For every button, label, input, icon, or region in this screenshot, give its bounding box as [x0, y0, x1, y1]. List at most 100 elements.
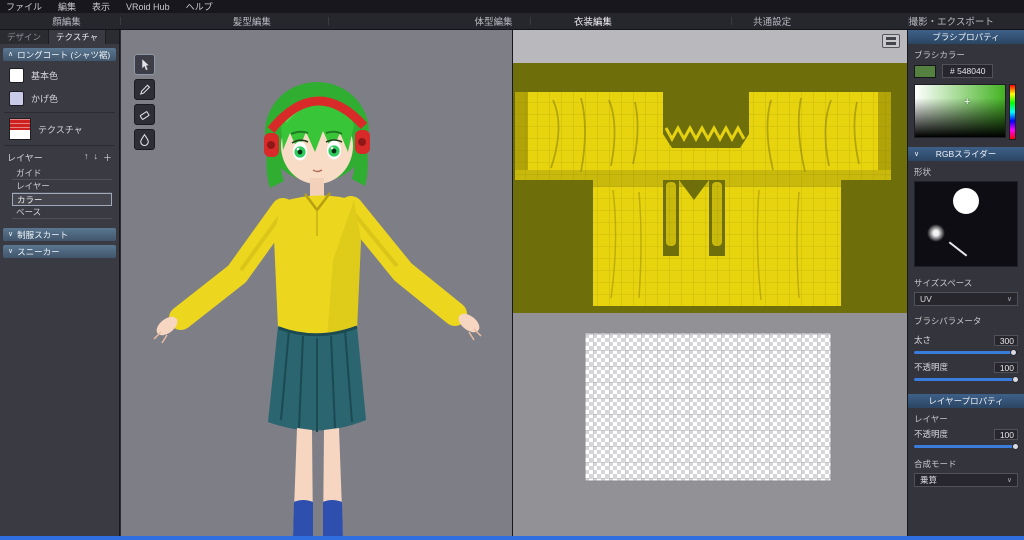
sidebar-tab-row: デザイン テクスチャ	[0, 30, 119, 44]
collapsed-sections: ∨ 制服スカート ∨ スニーカー	[0, 228, 119, 258]
chevron-down-icon: ∨	[1006, 477, 1012, 484]
brush-params-label: ブラシパラメータ	[914, 316, 982, 326]
texture-item-label: テクスチャ	[38, 124, 83, 135]
brush-opacity-value-field[interactable]: 100	[994, 361, 1018, 373]
tab-outfit[interactable]: 衣装編集	[574, 13, 612, 29]
tab-common[interactable]: 共通設定	[753, 13, 791, 29]
tab-separator	[530, 17, 531, 25]
section-title: 制服スカート	[17, 229, 69, 240]
tab-separator	[120, 17, 121, 25]
viewport-canvas[interactable]	[121, 30, 512, 536]
chevron-down-icon: ∨	[8, 248, 14, 255]
saturation-value-picker[interactable]: +	[914, 84, 1006, 138]
layer-item-layer[interactable]: レイヤー	[12, 180, 112, 193]
menu-edit[interactable]: 編集	[58, 0, 76, 13]
color-item-base[interactable]: 基本色	[0, 64, 119, 87]
blend-mode-select[interactable]: 乗算 ∨	[914, 473, 1018, 487]
menu-bar: ファイル 編集 表示 VRoid Hub ヘルプ	[0, 0, 1024, 13]
layers-header: レイヤー ↑ ↓ ＋	[0, 148, 119, 165]
blend-mode-label: 合成モード	[914, 459, 957, 469]
tab-separator	[908, 17, 909, 25]
layers-title: レイヤー	[7, 153, 43, 163]
pencil-icon[interactable]	[134, 79, 155, 100]
section-title: スニーカー	[17, 246, 60, 257]
brush-opacity-slider[interactable]	[914, 376, 1019, 383]
sidebar-tab-design[interactable]: デザイン	[0, 30, 50, 44]
brush-opacity-label: 不透明度	[914, 362, 949, 372]
brush-color-label: ブラシカラー	[914, 50, 965, 60]
brush-color-hex-field[interactable]: # 548040	[942, 64, 994, 78]
character-model[interactable]	[121, 30, 512, 536]
paint-drop-icon[interactable]	[134, 129, 155, 150]
color-item-label: 基本色	[31, 71, 59, 81]
layer-opacity-label: 不透明度	[914, 429, 949, 439]
menu-vroid-hub[interactable]: VRoid Hub	[126, 2, 170, 12]
layer-item-base[interactable]: ベース	[12, 206, 112, 219]
move-layer-down-icon[interactable]: ↓	[93, 151, 98, 164]
base-color-swatch	[9, 68, 24, 83]
tab-separator	[328, 17, 329, 25]
menu-file[interactable]: ファイル	[6, 0, 42, 13]
tab-face[interactable]: 顔編集	[52, 13, 81, 29]
texture-canvas[interactable]	[512, 30, 907, 536]
color-item-shade[interactable]: かげ色	[0, 87, 119, 110]
divider	[4, 112, 115, 113]
layer-opacity-slider[interactable]	[914, 443, 1019, 450]
paint-tool-palette	[134, 54, 155, 150]
shade-color-swatch	[9, 91, 24, 106]
layer-properties-header: レイヤープロパティ	[908, 394, 1024, 408]
tab-separator	[731, 17, 732, 25]
rgb-slider-header[interactable]: ∨ RGBスライダー	[908, 147, 1024, 161]
brush-shape-hard-circle[interactable]	[953, 188, 979, 214]
section-header-skirt[interactable]: ∨ 制服スカート	[3, 228, 116, 241]
texture-thumbnail	[9, 118, 31, 140]
menu-view[interactable]: 表示	[92, 0, 110, 13]
menu-help[interactable]: ヘルプ	[186, 0, 213, 13]
color-item-label: かげ色	[31, 94, 59, 104]
brush-opacity-row: 不透明度 100	[914, 361, 1018, 373]
eraser-icon[interactable]	[134, 104, 155, 125]
layer-item-guide[interactable]: ガイド	[12, 167, 112, 180]
texture-item[interactable]: テクスチャ	[0, 115, 119, 143]
thickness-slider[interactable]	[914, 349, 1018, 356]
chevron-up-icon: ∧	[8, 51, 14, 58]
chevron-down-icon: ∨	[1006, 296, 1012, 303]
layer-opacity-value-field[interactable]: 100	[994, 428, 1018, 440]
section-header-sneakers[interactable]: ∨ スニーカー	[3, 245, 116, 258]
color-picker: +	[914, 84, 1018, 140]
shape-label: 形状	[914, 167, 932, 177]
brush-shape-line[interactable]	[948, 241, 968, 257]
editor-tab-bar: 顔編集 髪型編集 体型編集 衣装編集 共通設定 撮影・エクスポート	[0, 13, 1024, 30]
brush-color-row: # 548040	[914, 64, 1018, 78]
chevron-down-icon: ∨	[8, 231, 14, 238]
section-title: ロングコート (シャツ裾)	[17, 49, 111, 60]
hue-slider[interactable]	[1009, 84, 1016, 140]
content-area: デザイン テクスチャ ∧ ロングコート (シャツ裾) 基本色 かげ色 テクスチャ	[0, 30, 1024, 536]
add-layer-icon[interactable]: ＋	[103, 151, 112, 164]
sidebar-tab-texture[interactable]: テクスチャ	[49, 30, 107, 44]
chevron-down-icon: ∨	[914, 151, 920, 158]
brush-shape-soft-circle[interactable]	[927, 224, 945, 242]
layer-actions: ↑ ↓ ＋	[84, 151, 112, 164]
section-header-longcoat[interactable]: ∧ ロングコート (シャツ裾)	[3, 48, 116, 61]
move-layer-up-icon[interactable]: ↑	[84, 151, 89, 164]
size-space-label: サイズスペース	[914, 278, 973, 288]
thickness-label: 太さ	[914, 335, 932, 345]
thickness-value-field[interactable]: 300	[994, 334, 1018, 346]
brush-shape-list[interactable]	[914, 181, 1018, 267]
tab-hair[interactable]: 髪型編集	[233, 13, 271, 29]
brush-color-swatch[interactable]	[914, 64, 936, 78]
picker-cursor-icon[interactable]: +	[964, 96, 970, 108]
thickness-row: 太さ 300	[914, 334, 1018, 346]
tab-export[interactable]: 撮影・エクスポート	[909, 13, 994, 29]
layer-item-color[interactable]: カラー	[12, 193, 112, 206]
texture-view-toggle-button[interactable]	[882, 34, 900, 48]
layer-group-label: レイヤー	[914, 414, 948, 424]
brush-properties-title: ブラシプロパティ	[932, 32, 1000, 42]
rgb-slider-title: RGBスライダー	[935, 149, 997, 159]
select-cursor-icon[interactable]	[134, 54, 155, 75]
layer-list: ガイド レイヤー カラー ベース	[12, 167, 112, 219]
size-space-value: UV	[920, 294, 932, 304]
tab-body[interactable]: 体型編集	[475, 13, 513, 29]
size-space-select[interactable]: UV ∨	[914, 292, 1018, 306]
